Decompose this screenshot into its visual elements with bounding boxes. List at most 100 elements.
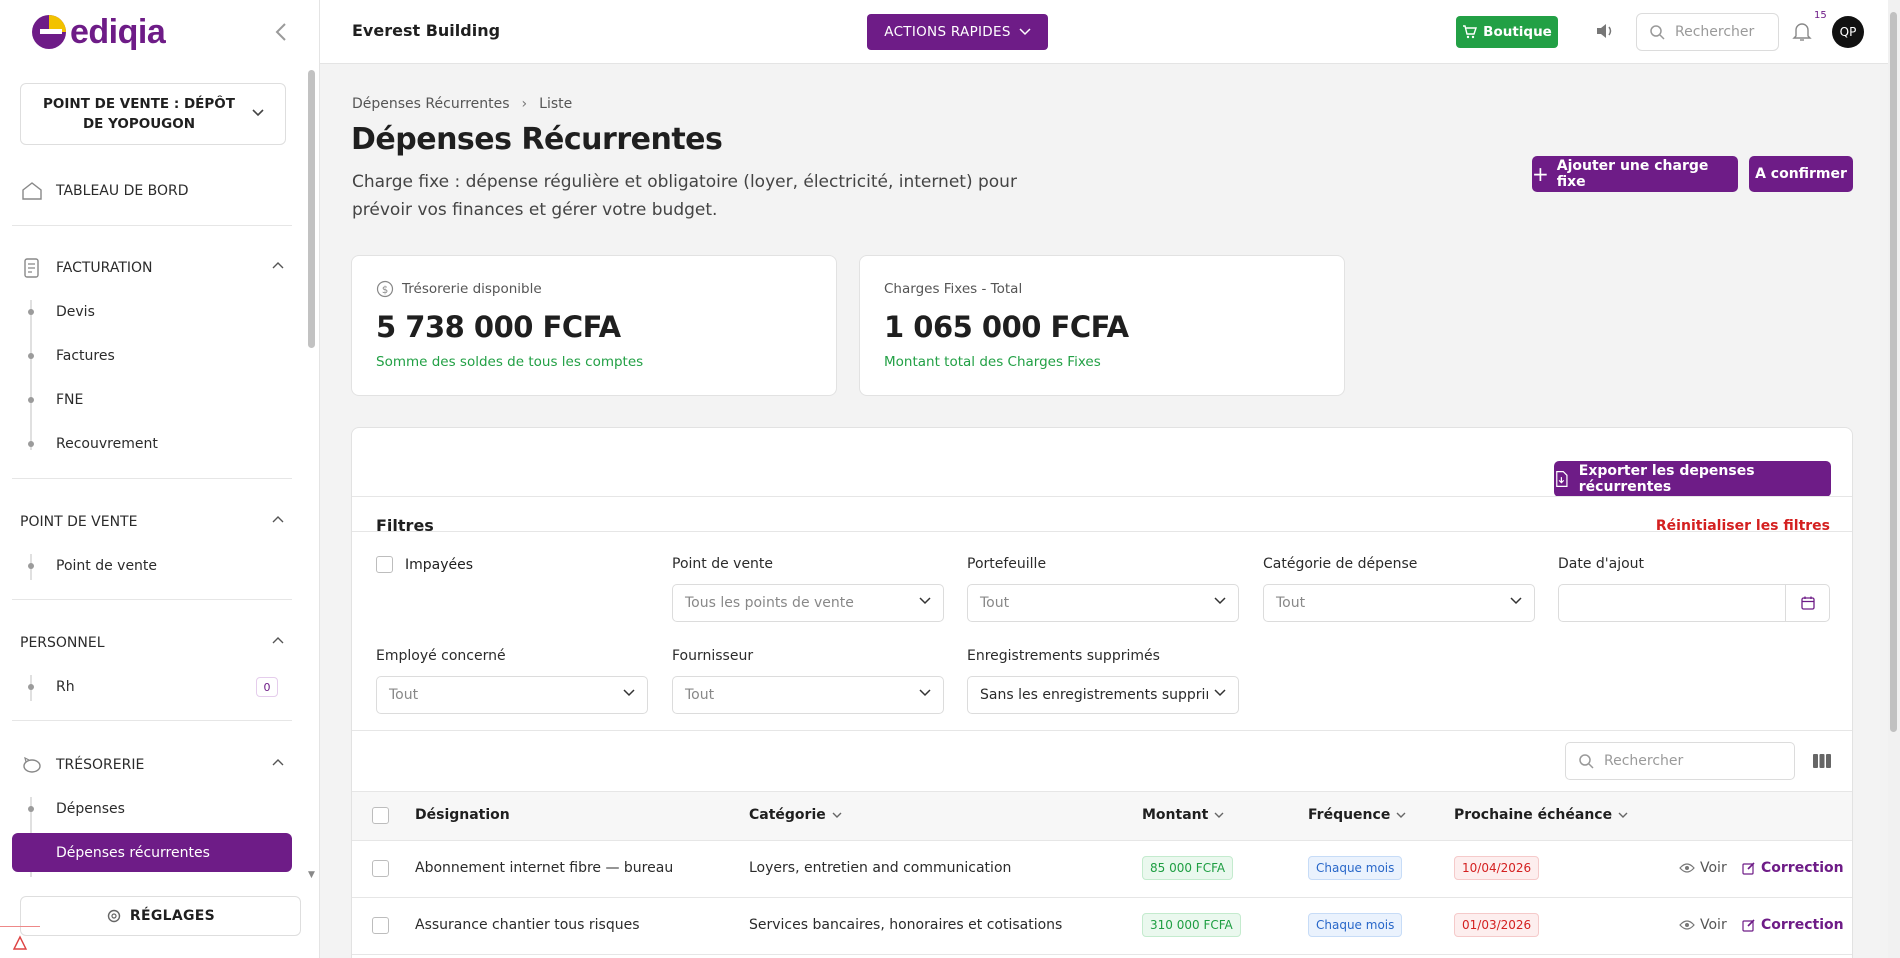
unpaid-filter[interactable]: Impayées bbox=[376, 556, 473, 573]
sidebar-item-depenses[interactable]: Dépenses bbox=[28, 796, 286, 822]
row-checkbox[interactable] bbox=[372, 917, 389, 934]
sidebar-section-tresorerie[interactable]: TRÉSORERIE bbox=[20, 751, 288, 779]
edit-label: Correction bbox=[1761, 917, 1844, 933]
sidebar-item-label: Recouvrement bbox=[56, 436, 158, 452]
sidebar-item-devis[interactable]: Devis bbox=[28, 299, 286, 325]
select-value: Tout bbox=[389, 687, 419, 703]
unpaid-checkbox[interactable] bbox=[376, 556, 393, 573]
page-title: Dépenses Récurrentes bbox=[351, 122, 723, 157]
stat-label: Trésorerie disponible bbox=[402, 281, 542, 297]
breadcrumb: Dépenses Récurrentes › Liste bbox=[352, 96, 572, 112]
chevron-up-icon bbox=[272, 636, 284, 644]
sidebar-item-label: Dépenses récurrentes bbox=[56, 844, 210, 861]
amount-badge: 85 000 FCFA bbox=[1142, 856, 1234, 880]
edit-button[interactable]: Correction bbox=[1742, 917, 1844, 933]
columns-toggle-icon[interactable] bbox=[1812, 753, 1832, 769]
sidebar-item-label: Factures bbox=[56, 348, 115, 364]
column-header-designation[interactable]: Désignation bbox=[415, 807, 510, 823]
sidebar-scrollbar[interactable] bbox=[308, 70, 315, 348]
page-scrollbar-thumb[interactable] bbox=[1890, 12, 1897, 732]
point-of-sale-filter[interactable]: Tous les points de vente bbox=[672, 584, 944, 622]
global-search-input[interactable]: Rechercher bbox=[1636, 13, 1779, 51]
speaker-icon[interactable] bbox=[1594, 21, 1616, 41]
ediqia-logo[interactable]: ediqia bbox=[30, 8, 170, 56]
table-search-input[interactable]: Rechercher bbox=[1565, 742, 1795, 780]
add-fixed-charge-label: Ajouter une charge fixe bbox=[1556, 158, 1709, 190]
boutique-button[interactable]: Boutique bbox=[1456, 16, 1558, 48]
bullet-icon bbox=[28, 806, 34, 812]
scroll-down-icon[interactable]: ▼ bbox=[308, 870, 316, 880]
edit-button[interactable]: Correction bbox=[1742, 860, 1844, 876]
filter-label: Enregistrements supprimés bbox=[967, 648, 1160, 664]
chevron-up-icon bbox=[272, 515, 284, 523]
view-button[interactable]: Voir bbox=[1679, 917, 1727, 933]
page-description: Charge fixe : dépense régulière et oblig… bbox=[352, 172, 1017, 220]
chevron-right-icon: › bbox=[521, 96, 528, 112]
employee-filter[interactable]: Tout bbox=[376, 676, 648, 714]
bullet-icon bbox=[28, 353, 34, 359]
column-header-next-due[interactable]: Prochaine échéance bbox=[1454, 807, 1628, 823]
sidebar-item-factures[interactable]: Factures bbox=[28, 343, 286, 369]
designation-cell: Assurance chantier tous risques bbox=[415, 917, 640, 933]
chevron-down-icon bbox=[1510, 597, 1522, 605]
debug-toolbar-icon[interactable] bbox=[0, 926, 40, 958]
sidebar-section-point-de-vente[interactable]: POINT DE VENTE bbox=[20, 508, 288, 536]
date-added-input[interactable] bbox=[1558, 584, 1830, 622]
avatar[interactable]: QP bbox=[1832, 16, 1864, 48]
page-scrollbar[interactable] bbox=[1888, 0, 1900, 958]
quick-actions-button[interactable]: ACTIONS RAPIDES bbox=[867, 14, 1048, 50]
amount-badge: 310 000 FCFA bbox=[1142, 913, 1241, 937]
sidebar-section-facturation[interactable]: FACTURATION bbox=[20, 254, 288, 282]
sidebar-item-recouvrement[interactable]: Recouvrement bbox=[28, 431, 286, 457]
sidebar-item-fne[interactable]: FNE bbox=[28, 387, 286, 413]
add-fixed-charge-button[interactable]: + Ajouter une charge fixe bbox=[1532, 156, 1738, 192]
select-all-checkbox[interactable] bbox=[372, 807, 389, 824]
expense-category-filter[interactable]: Tout bbox=[1263, 584, 1535, 622]
sidebar-item-point-de-vente[interactable]: Point de vente bbox=[28, 553, 286, 579]
sort-chevron-icon bbox=[832, 812, 842, 819]
breadcrumb-item[interactable]: Dépenses Récurrentes bbox=[352, 96, 510, 112]
select-value: Sans les enregistrements supprimés bbox=[980, 687, 1208, 703]
bell-icon[interactable] bbox=[1792, 21, 1812, 43]
select-value: Tout bbox=[1276, 595, 1306, 611]
filter-label: Portefeuille bbox=[967, 556, 1047, 572]
logo-text: ediqia bbox=[70, 12, 166, 51]
settings-button[interactable]: RÉGLAGES bbox=[20, 896, 301, 936]
select-value: Tout bbox=[980, 595, 1010, 611]
divider bbox=[352, 730, 1852, 731]
column-header-frequency[interactable]: Fréquence bbox=[1308, 807, 1406, 823]
bullet-icon bbox=[28, 441, 34, 447]
sidebar-section-label: PERSONNEL bbox=[20, 635, 105, 651]
sidebar-item-label: Devis bbox=[56, 304, 95, 320]
calendar-icon[interactable] bbox=[1785, 585, 1829, 621]
sort-chevron-icon bbox=[1214, 812, 1224, 819]
sidebar-item-depenses-recurrentes[interactable]: Dépenses récurrentes bbox=[12, 833, 292, 872]
reset-filters-link[interactable]: Réinitialiser les filtres bbox=[1656, 518, 1830, 534]
filter-label: Catégorie de dépense bbox=[1263, 556, 1418, 572]
row-checkbox[interactable] bbox=[372, 860, 389, 877]
supplier-filter[interactable]: Tout bbox=[672, 676, 944, 714]
column-header-category[interactable]: Catégorie bbox=[749, 807, 842, 823]
sidebar-section-label: FACTURATION bbox=[56, 260, 153, 276]
portfolio-filter[interactable]: Tout bbox=[967, 584, 1239, 622]
export-button[interactable]: Exporter les depenses récurrentes bbox=[1554, 461, 1831, 497]
point-of-sale-selector[interactable]: POINT DE VENTE : DÉPÔT DE YOPOUGON bbox=[20, 83, 286, 145]
sidebar-section-personnel[interactable]: PERSONNEL bbox=[20, 629, 288, 657]
view-button[interactable]: Voir bbox=[1679, 860, 1727, 876]
sort-chevron-icon bbox=[1618, 812, 1628, 819]
collapse-sidebar-icon[interactable] bbox=[274, 21, 294, 43]
column-header-amount[interactable]: Montant bbox=[1142, 807, 1224, 823]
eye-icon bbox=[1679, 920, 1695, 930]
stat-card-treasury: $ Trésorerie disponible 5 738 000 FCFA S… bbox=[351, 255, 837, 396]
sidebar-item-label: Rh bbox=[56, 679, 75, 695]
sidebar-item-dashboard[interactable]: TABLEAU DE BORD bbox=[20, 177, 288, 205]
filters-title: Filtres bbox=[376, 516, 434, 535]
sidebar-item-rh[interactable]: Rh 0 bbox=[28, 674, 286, 700]
quick-actions-label: ACTIONS RAPIDES bbox=[884, 24, 1011, 40]
home-icon bbox=[20, 179, 44, 203]
bullet-icon bbox=[28, 563, 34, 569]
deleted-records-filter[interactable]: Sans les enregistrements supprimés bbox=[967, 676, 1239, 714]
edit-icon bbox=[1742, 919, 1755, 932]
cart-icon bbox=[1463, 25, 1478, 39]
to-confirm-button[interactable]: A confirmer bbox=[1749, 156, 1853, 192]
